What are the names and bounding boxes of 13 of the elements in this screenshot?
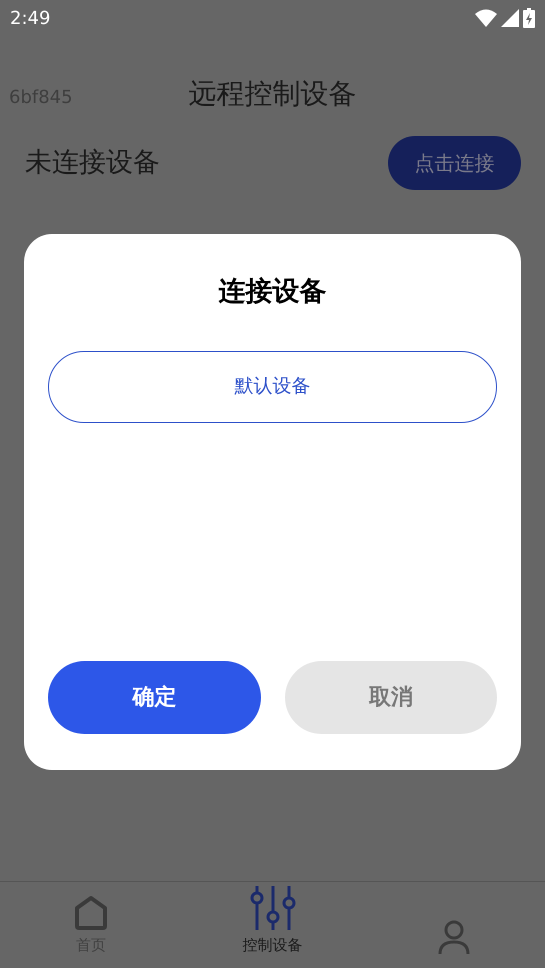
signal-icon bbox=[501, 9, 519, 27]
confirm-button[interactable]: 确定 bbox=[48, 661, 260, 734]
connection-status: 未连接设备 bbox=[25, 146, 160, 180]
cancel-button[interactable]: 取消 bbox=[284, 661, 497, 734]
sliders-icon bbox=[248, 884, 298, 932]
wifi-icon bbox=[475, 9, 497, 27]
device-option[interactable]: 默认设备 bbox=[48, 350, 497, 422]
connect-button[interactable]: 点击连接 bbox=[388, 136, 521, 190]
battery-icon bbox=[523, 8, 535, 28]
page-title: 远程控制设备 bbox=[188, 76, 356, 112]
dialog-title: 连接设备 bbox=[218, 275, 328, 309]
nav-tab[interactable]: 控制设备 bbox=[182, 882, 364, 968]
status-time: 2:49 bbox=[10, 6, 50, 30]
